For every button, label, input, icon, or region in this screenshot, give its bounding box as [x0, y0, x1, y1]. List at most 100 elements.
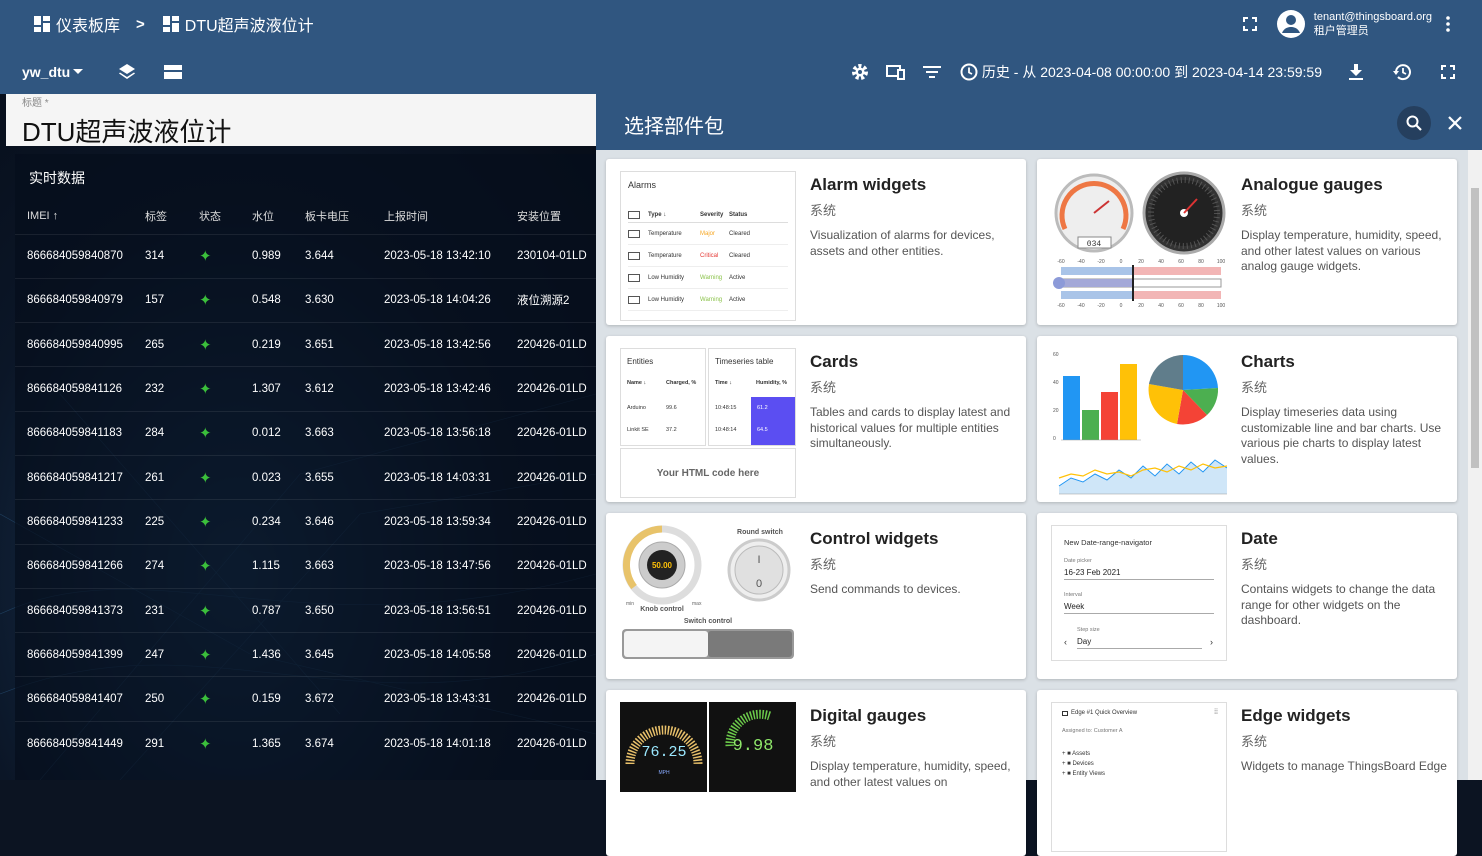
- bundle-title: Analogue gauges: [1241, 175, 1383, 194]
- entities-cell: Linkit SE: [627, 427, 649, 433]
- scrollbar-thumb[interactable]: [1471, 188, 1479, 468]
- col-status[interactable]: 状态: [199, 198, 252, 234]
- bundle-card-digital-gauges[interactable]: 76.25 9.98 MPH Digital gauges 系统 Display…: [606, 690, 1026, 856]
- bundle-card-analogue-gauges[interactable]: 034 -60 -60 -40 -40 -20 -20 0 0 20 20 40 40 60 60 80 80…: [1037, 159, 1457, 325]
- user-email: tenant@thingsboard.org: [1313, 11, 1432, 23]
- alarm-head-severity: Severity: [700, 212, 724, 218]
- bundle-card-charts[interactable]: 60 40 20 0 Charts 系统 Display timeseries …: [1037, 336, 1457, 502]
- download-button[interactable]: [1344, 60, 1368, 84]
- cell-tag: 231: [145, 587, 199, 633]
- edge-assigned: Assigned to: Customer A: [1062, 728, 1123, 734]
- dashboard-fullscreen-button[interactable]: [1436, 60, 1460, 84]
- edge-preview-header: Edge #1 Quick Overview: [1062, 710, 1137, 716]
- breadcrumb-root[interactable]: 仪表板库: [56, 12, 120, 36]
- alarm-preview-cell: Warning: [700, 274, 723, 281]
- bundle-card-control-widgets[interactable]: 50.00 min max Knob control Round switch …: [606, 513, 1026, 679]
- timewindow-selector[interactable]: 历史 - 从 2023-04-08 00:00:00 到 2023-04-14 …: [960, 62, 1322, 82]
- alarm-preview-rows: Temperature Major Cleared Temperature Critic…: [628, 223, 788, 311]
- table-row[interactable]: 866684059841126 232 ✦ 1.307 3.612 2023-05-18 …: [15, 366, 596, 412]
- cell-level: 1.115: [252, 543, 305, 589]
- cell-level: 0.023: [252, 454, 305, 500]
- table-row[interactable]: 866684059841217 261 ✦ 0.023 3.655 2023-05-18 …: [15, 454, 596, 500]
- table-row[interactable]: 866684059840979 157 ✦ 0.548 3.630 2023-05-18 …: [15, 277, 596, 323]
- col-location[interactable]: 安装位置: [517, 198, 596, 234]
- user-role: 租户管理员: [1313, 25, 1369, 37]
- clock-icon: [960, 63, 978, 81]
- bundle-card-cards[interactable]: Entities Name ↓ Charged, % Arduino 99.6 …: [606, 336, 1026, 502]
- alarm-preview-cell: Major: [700, 230, 716, 237]
- col-level[interactable]: 水位: [252, 198, 305, 234]
- history-button[interactable]: [1390, 60, 1414, 84]
- fullscreen-button[interactable]: [1238, 12, 1262, 36]
- table-row[interactable]: 866684059841373 231 ✦ 0.787 3.650 2023-05-18 …: [15, 587, 596, 633]
- table-row[interactable]: 866684059841407 250 ✦ 0.159 3.672 2023-05-18 …: [15, 676, 596, 722]
- round-switch-label: Round switch: [737, 529, 783, 536]
- devices-icon: [885, 65, 905, 80]
- user-info[interactable]: tenant@thingsboard.org 租户管理员: [1314, 10, 1432, 38]
- checkbox-icon: [628, 251, 640, 260]
- cell-imei: 866684059840870: [15, 233, 145, 279]
- table-row[interactable]: 866684059840995 265 ✦ 0.219 3.651 2023-05-18 …: [15, 322, 596, 367]
- filter-button[interactable]: [920, 60, 944, 84]
- edge-tree-item: + ■ Devices: [1062, 761, 1094, 767]
- charts-image: 60 40 20 0: [1053, 352, 1227, 495]
- cell-status: ✦: [199, 454, 252, 500]
- cell-report-time: 2023-05-18 13:56:18: [384, 410, 517, 456]
- col-voltage[interactable]: 板卡电压: [305, 198, 384, 234]
- state-select[interactable]: yw_dtu: [22, 64, 84, 80]
- table-row[interactable]: 866684059840870 314 ✦ 0.989 3.644 2023-05-18 …: [15, 233, 596, 279]
- bundle-description: Send commands to devices.: [810, 582, 961, 596]
- more-menu-button[interactable]: [1436, 12, 1460, 36]
- cell-level: 1.365: [252, 720, 305, 766]
- timewindow-text: 历史 - 从 2023-04-08 00:00:00 到 2023-04-14 …: [981, 64, 1322, 80]
- col-imei[interactable]: IMEI ↑: [15, 198, 145, 234]
- gauge-scale-label: -40: [1077, 303, 1084, 309]
- devices-button[interactable]: [884, 60, 908, 84]
- bundle-card-date[interactable]: New Date-range-navigator Date picker 16-…: [1037, 513, 1457, 679]
- analogue-preview: 034 -60 -60 -40 -40 -20 -20 0 0 20 20 40 40 60 60 80 80…: [1051, 171, 1227, 321]
- account-button[interactable]: [1276, 9, 1306, 39]
- cell-status: ✦: [199, 676, 252, 722]
- col-report-time[interactable]: 上报时间: [384, 198, 517, 234]
- alarm-preview-row: Temperature Critical Cleared: [628, 245, 788, 267]
- cell-report-time: 2023-05-18 14:01:18: [384, 720, 517, 766]
- table-row[interactable]: 866684059841233 225 ✦ 0.234 3.646 2023-05-18 …: [15, 499, 596, 545]
- alarm-preview: Alarms Type ↓ Severity Status Temperatur…: [620, 171, 796, 321]
- gauge-scale-label: -60: [1057, 259, 1064, 265]
- gear-icon: [851, 64, 868, 80]
- layers-button[interactable]: [115, 60, 139, 84]
- cell-status: ✦: [199, 632, 252, 677]
- entities-table-preview: Entities Name ↓ Charged, % Arduino 99.6 …: [620, 348, 706, 446]
- cell-location: 220426-01LD: [517, 322, 596, 367]
- date-preview-title: New Date-range-navigator: [1064, 538, 1152, 547]
- cell-voltage: 3.651: [305, 322, 384, 367]
- table-row[interactable]: 866684059841266 274 ✦ 1.115 3.663 2023-05-18 …: [15, 543, 596, 589]
- dashboard-canvas: 标题 * DTU超声波液位计 实时数据 IMEI ↑ 标签 状态 水位 板卡电压…: [0, 94, 596, 780]
- cell-tag: 291: [145, 720, 199, 766]
- search-icon: [1406, 115, 1422, 131]
- bundle-card-alarm-widgets[interactable]: Alarms Type ↓ Severity Status Temperatur…: [606, 159, 1026, 325]
- search-button[interactable]: [1397, 106, 1431, 140]
- edge-preview-title: Edge #1 Quick Overview: [1071, 710, 1138, 716]
- timeseries-head-time: Time ↓: [715, 380, 733, 386]
- cell-level: 0.012: [252, 410, 305, 456]
- table-row[interactable]: 866684059841399 247 ✦ 1.436 3.645 2023-05-18 …: [15, 632, 596, 677]
- layout-button[interactable]: [161, 60, 185, 84]
- cell-location: 220426-01LD: [517, 543, 596, 589]
- col-tag[interactable]: 标签: [145, 198, 199, 234]
- gauge-scale-label: 20: [1138, 259, 1144, 265]
- title-field[interactable]: 标题 * DTU超声波液位计: [6, 94, 596, 147]
- table-row[interactable]: 866684059841183 284 ✦ 0.012 3.663 2023-05-18 …: [15, 410, 596, 456]
- breadcrumb: 仪表板库 > DTU超声波液位计: [34, 12, 314, 36]
- panel-scrollbar[interactable]: [1468, 150, 1482, 780]
- settings-button[interactable]: [848, 60, 872, 84]
- close-button[interactable]: [1438, 106, 1472, 140]
- gauge-scale-label: 60: [1178, 259, 1184, 265]
- timeseries-table-preview: Timeseries table Time ↓ Humidity, % 10:4…: [708, 348, 796, 446]
- table-row[interactable]: 866684059841449 291 ✦ 1.365 3.674 2023-05-18 …: [15, 720, 596, 766]
- cell-status: ✦: [199, 233, 252, 279]
- timeseries-head-humidity: Humidity, %: [756, 380, 788, 386]
- bundle-card-edge-widgets[interactable]: Edge #1 Quick Overview ⁞⁞ Assigned to: C…: [1037, 690, 1457, 856]
- step-size-label: Step size: [1077, 627, 1100, 633]
- timeseries-cell: 10:48:14: [715, 427, 737, 433]
